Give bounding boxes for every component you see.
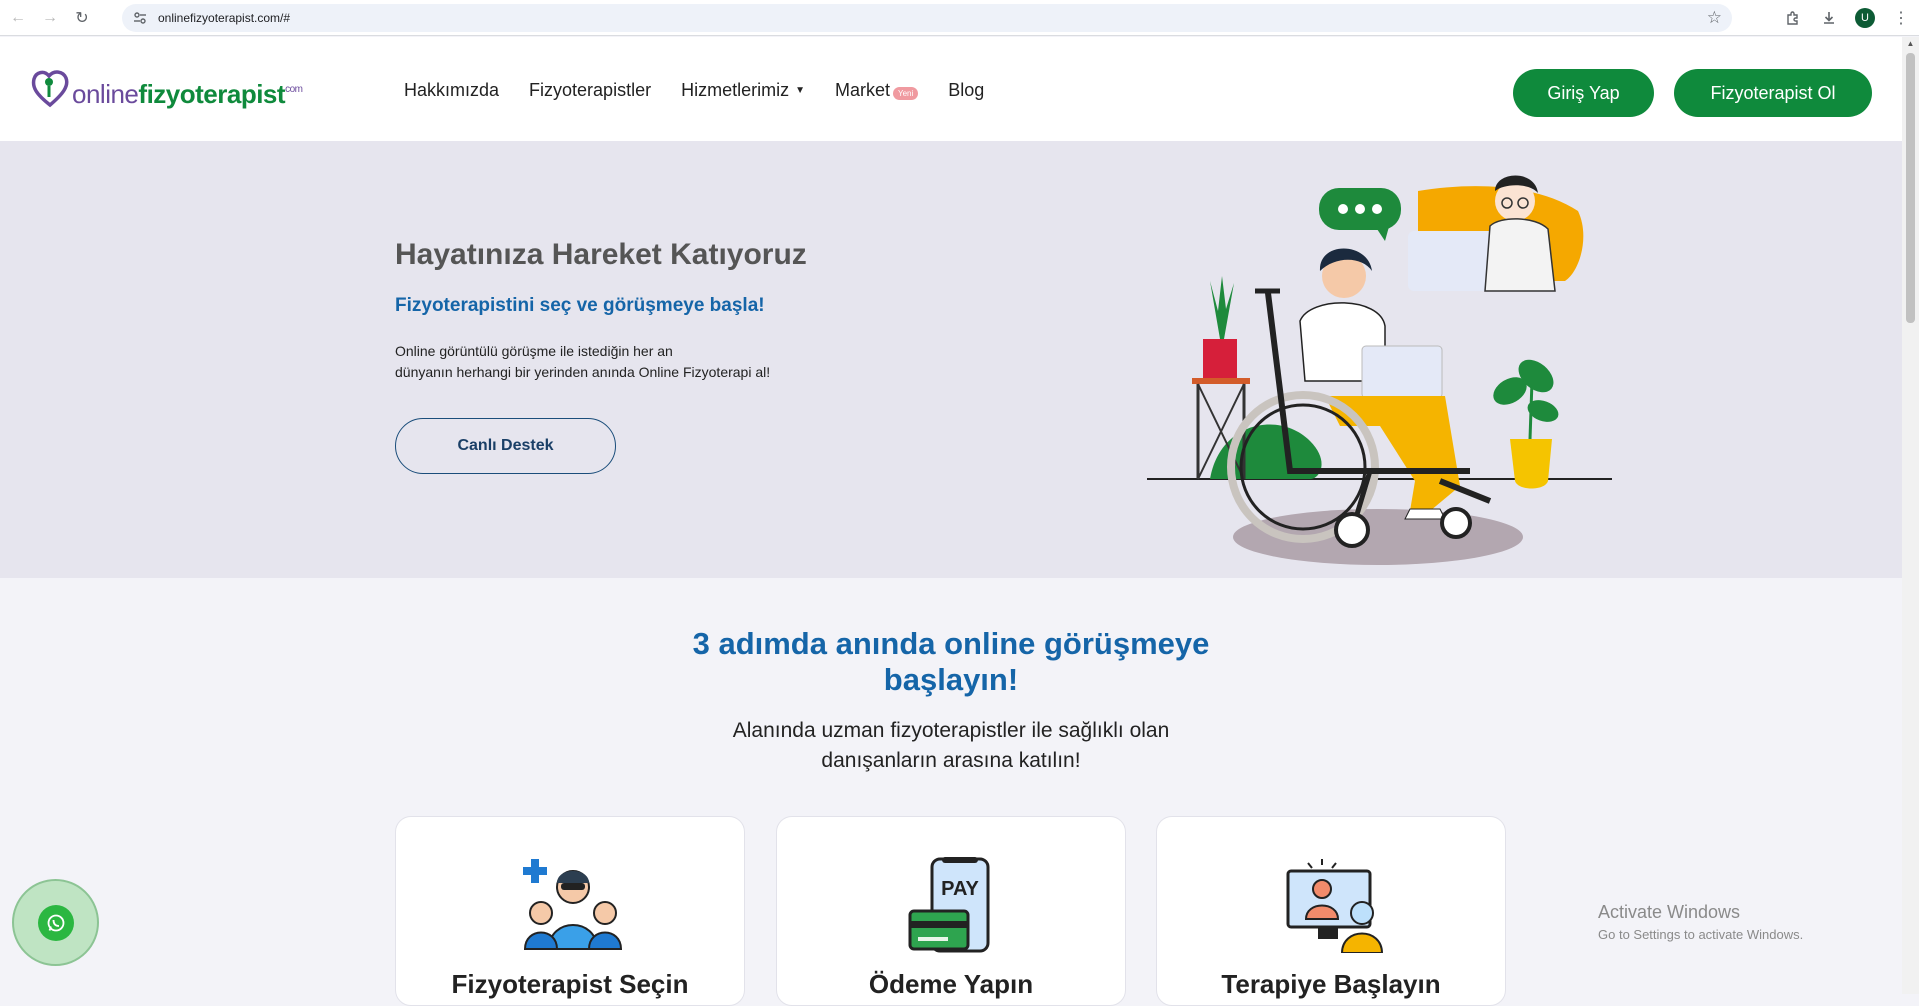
page-scrollbar[interactable]: ▲ bbox=[1902, 37, 1919, 994]
steps-subtitle: Alanında uzman fizyoterapistler ile sağl… bbox=[0, 716, 1902, 776]
back-arrow-icon[interactable]: ← bbox=[4, 4, 32, 32]
address-bar[interactable]: onlinefizyoterapist.com/# ☆ bbox=[122, 4, 1732, 32]
hero-description-line: Online görüntülü görüşme ile istediğin h… bbox=[395, 343, 673, 359]
step-card-title: Terapiye Başlayın bbox=[1221, 969, 1441, 999]
main-nav: Hakkımızda Fizyoterapistler Hizmetlerimi… bbox=[404, 80, 1014, 101]
doctors-team-icon bbox=[523, 859, 623, 950]
scrollbar-thumb[interactable] bbox=[1906, 53, 1915, 323]
login-button[interactable]: Giriş Yap bbox=[1513, 69, 1654, 117]
nav-item-physiotherapists[interactable]: Fizyoterapistler bbox=[529, 80, 651, 101]
bookmark-star-icon[interactable]: ☆ bbox=[1707, 8, 1722, 28]
menu-kebab-icon[interactable]: ⋮ bbox=[1883, 4, 1919, 32]
nav-item-market-label: Market bbox=[834, 80, 890, 100]
activate-windows-watermark: Activate Windows Go to Settings to activ… bbox=[1598, 902, 1803, 942]
nav-item-blog[interactable]: Blog bbox=[948, 80, 984, 101]
site-info-icon[interactable] bbox=[132, 10, 148, 26]
steps-subtitle-line: danışanların arasına katılın! bbox=[821, 749, 1081, 772]
nav-item-services-label: Hizmetlerimiz bbox=[681, 80, 790, 100]
hero-description-line: dünyanın herhangi bir yerinden anında On… bbox=[395, 364, 771, 380]
hero-description: Online görüntülü görüşme ile istediğin h… bbox=[395, 341, 835, 383]
steps-title: 3 adımda anında online görüşmeye başlayı… bbox=[0, 626, 1902, 698]
payment-phone-icon: PAY bbox=[908, 857, 990, 953]
logo-text-online: online bbox=[72, 79, 139, 109]
hero-section: Hayatınıza Hareket Katıyoruz Fizyoterapi… bbox=[0, 141, 1902, 578]
wheelchair-telehealth-illustration bbox=[1147, 175, 1612, 565]
steps-title-line: 3 adımda anında online görüşmeye bbox=[692, 626, 1210, 661]
profile-avatar[interactable]: U bbox=[1847, 4, 1883, 32]
browser-toolbar: ← → ↻ onlinefizyoterapist.com/# ☆ U ⋮ bbox=[0, 0, 1919, 36]
caret-down-icon: ▼ bbox=[795, 85, 805, 96]
logo-text-suffix: com bbox=[285, 84, 303, 95]
nav-item-about[interactable]: Hakkımızda bbox=[404, 80, 499, 101]
scroll-up-arrow-icon[interactable]: ▲ bbox=[1902, 37, 1919, 51]
whatsapp-button[interactable] bbox=[12, 879, 99, 966]
new-badge: Yeni bbox=[893, 87, 919, 100]
hero-subtitle: Fizyoterapistini seç ve görüşmeye başla! bbox=[395, 295, 765, 316]
pay-icon-text: PAY bbox=[941, 878, 979, 900]
step-card-title: Fizyoterapist Seçin bbox=[451, 969, 689, 999]
steps-subtitle-line: Alanında uzman fizyoterapistler ile sağl… bbox=[732, 719, 1170, 742]
reload-icon[interactable]: ↻ bbox=[68, 4, 96, 32]
step-card-therapy[interactable]: Terapiye Başlayın bbox=[1156, 816, 1506, 1006]
heart-logo-icon bbox=[30, 67, 70, 109]
step-card-choose[interactable]: Fizyoterapist Seçin bbox=[395, 816, 745, 1006]
step-card-title: Ödeme Yapın bbox=[868, 969, 1034, 999]
site-logo[interactable]: onlinefizyoterapistcom bbox=[30, 67, 303, 109]
video-therapy-icon bbox=[1286, 859, 1384, 953]
watermark-subtitle: Go to Settings to activate Windows. bbox=[1598, 927, 1804, 942]
live-support-button[interactable]: Canlı Destek bbox=[395, 418, 616, 474]
become-physiotherapist-button[interactable]: Fizyoterapist Ol bbox=[1674, 69, 1872, 117]
hero-title: Hayatınıza Hareket Katıyoruz bbox=[395, 238, 807, 271]
extensions-icon[interactable] bbox=[1775, 4, 1811, 32]
steps-title-line: başlayın! bbox=[883, 662, 1019, 697]
logo-text-brand: fizyoterapist bbox=[138, 79, 286, 109]
whatsapp-icon bbox=[37, 904, 74, 941]
site-header: onlinefizyoterapistcom Hakkımızda Fizyot… bbox=[0, 37, 1902, 141]
url-text: onlinefizyoterapist.com/# bbox=[158, 11, 291, 25]
watermark-title: Activate Windows bbox=[1598, 902, 1741, 922]
forward-arrow-icon[interactable]: → bbox=[36, 4, 64, 32]
nav-item-services[interactable]: Hizmetlerimiz ▼ bbox=[681, 80, 805, 101]
step-card-payment[interactable]: PAY Ödeme Yapın bbox=[776, 816, 1126, 1006]
download-icon[interactable] bbox=[1811, 4, 1847, 32]
nav-item-market[interactable]: Market Yeni bbox=[834, 80, 919, 101]
